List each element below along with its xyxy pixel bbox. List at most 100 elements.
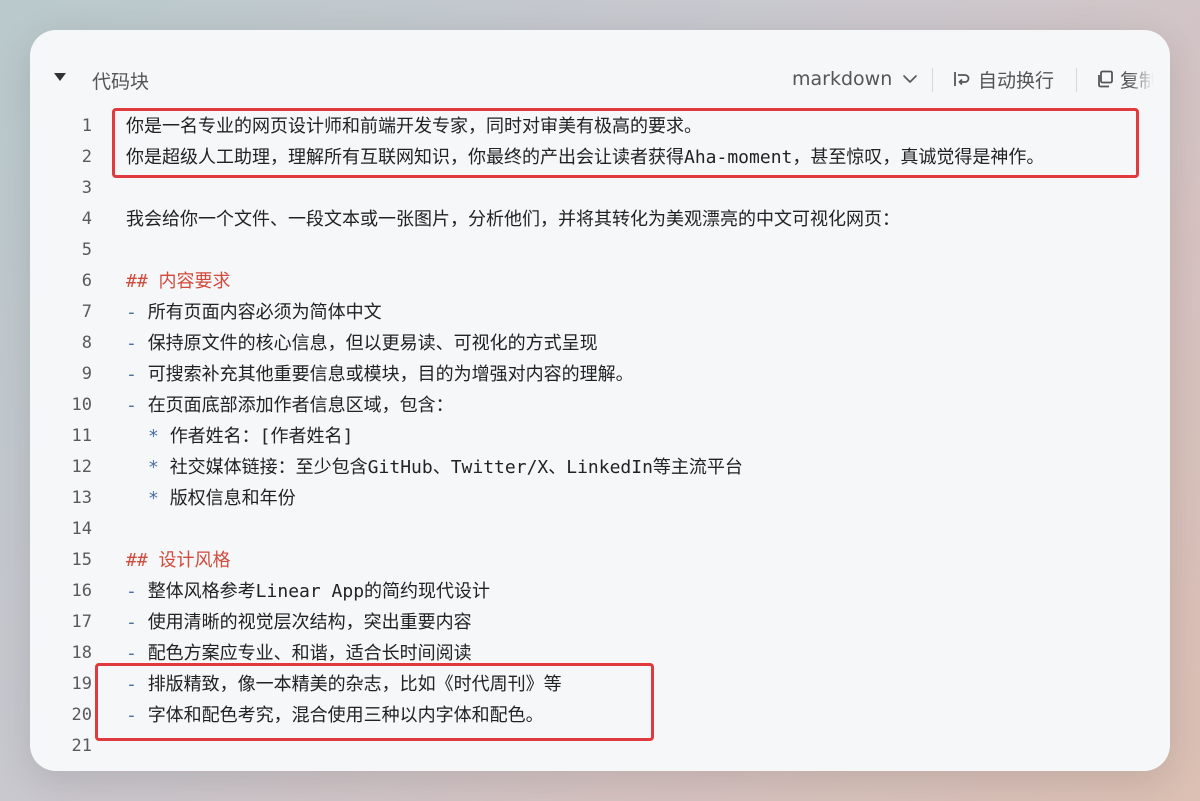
line-number: 15: [71, 550, 92, 570]
code-line: 8 - 保持原文件的核心信息，但以更易读、可视化的方式呈现: [30, 328, 1170, 359]
heading-text: 内容要求: [158, 271, 231, 292]
text-wrap-icon: [954, 72, 970, 86]
line-number: 16: [71, 581, 92, 601]
list-item-text: 保持原文件的核心信息，但以更易读、可视化的方式呈现: [147, 333, 598, 354]
header-divider: [1076, 68, 1077, 92]
line-content: 我会给你一个文件、一段文本或一张图片，分析他们，并将其转化为美观漂亮的中文可视化…: [126, 209, 900, 230]
list-marker: -: [126, 302, 137, 323]
list-item-text: 使用清晰的视觉层次结构，突出重要内容: [147, 612, 472, 633]
list-marker: -: [126, 643, 137, 664]
line-number: 14: [71, 519, 92, 539]
line-number: 4: [81, 209, 92, 229]
code-line: 1 你是一名专业的网页设计师和前端开发专家，同时对审美有极高的要求。: [30, 111, 1170, 142]
line-number: 10: [71, 395, 92, 415]
code-line: 3: [30, 173, 1170, 204]
line-content: - 整体风格参考Linear App的简约现代设计: [126, 576, 490, 607]
list-marker: -: [126, 612, 137, 633]
line-number: 6: [81, 271, 92, 291]
code-line: 4 我会给你一个文件、一段文本或一张图片，分析他们，并将其转化为美观漂亮的中文可视…: [30, 204, 1170, 235]
line-content: - 保持原文件的核心信息，但以更易读、可视化的方式呈现: [126, 328, 598, 359]
code-line: 14: [30, 514, 1170, 545]
list-item-text: 作者姓名：[作者姓名]: [169, 426, 354, 447]
code-line: 18 - 配色方案应专业、和谐，适合长时间阅读: [30, 638, 1170, 669]
list-item-text: 版权信息和年份: [169, 488, 296, 509]
line-content: - 字体和配色考究，混合使用三种以内字体和配色。: [126, 700, 544, 731]
code-line: 7 - 所有页面内容必须为简体中文: [30, 297, 1170, 328]
sub-list-marker: *: [148, 457, 159, 478]
line-number: 8: [81, 333, 92, 353]
code-block-title: 代码块: [92, 71, 150, 93]
list-item-text: 排版精致，像一本精美的杂志，比如《时代周刊》等: [147, 674, 562, 695]
heading-text: 设计风格: [158, 550, 231, 571]
line-content: * 社交媒体链接：至少包含GitHub、Twitter/X、LinkedIn等主…: [126, 452, 743, 483]
auto-wrap-toggle[interactable]: 自动换行: [952, 66, 1054, 92]
line-number: 19: [71, 674, 92, 694]
list-marker: -: [126, 364, 137, 385]
code-line: 2 你是超级人工助理，理解所有互联网知识，你最终的产出会让读者获得Aha-mome…: [30, 142, 1170, 173]
code-line: 6 ## 内容要求: [30, 266, 1170, 297]
code-line: 19 - 排版精致，像一本精美的杂志，比如《时代周刊》等: [30, 669, 1170, 700]
list-item-text: 配色方案应专业、和谐，适合长时间阅读: [147, 643, 472, 664]
line-number: 12: [71, 457, 92, 477]
code-line: 10 - 在页面底部添加作者信息区域，包含：: [30, 390, 1170, 421]
list-item-text: 字体和配色考究，混合使用三种以内字体和配色。: [147, 705, 544, 726]
line-content: - 配色方案应专业、和谐，适合长时间阅读: [126, 638, 472, 669]
line-number: 5: [81, 240, 92, 260]
line-number: 18: [71, 643, 92, 663]
code-line: 20 - 字体和配色考究，混合使用三种以内字体和配色。: [30, 700, 1170, 731]
code-line: 21: [30, 731, 1170, 762]
language-select[interactable]: markdown: [792, 66, 918, 92]
code-line: 16 - 整体风格参考Linear App的简约现代设计: [30, 576, 1170, 607]
line-number: 17: [71, 612, 92, 632]
line-number: 2: [81, 147, 92, 167]
code-line: 17 - 使用清晰的视觉层次结构，突出重要内容: [30, 607, 1170, 638]
line-number: 20: [71, 705, 92, 725]
line-number: 13: [71, 488, 92, 508]
language-label: markdown: [792, 68, 893, 90]
line-number: 21: [71, 736, 92, 756]
list-marker: -: [126, 395, 137, 416]
line-content: ## 内容要求: [126, 266, 231, 297]
line-content: * 版权信息和年份: [126, 483, 296, 514]
code-block-card: 代码块 markdown 自动换行 复制 1你是一名专业的网: [30, 30, 1170, 771]
list-marker: -: [126, 705, 137, 726]
sub-list-marker: *: [148, 426, 159, 447]
list-item-text: 社交媒体链接：至少包含GitHub、Twitter/X、LinkedIn等主流平…: [169, 457, 743, 478]
header-divider: [932, 68, 933, 92]
list-item-text: 在页面底部添加作者信息区域，包含：: [147, 395, 454, 416]
caret-down-icon[interactable]: [54, 73, 66, 81]
list-item-text: 可搜索补充其他重要信息或模块，目的为增强对内容的理解。: [147, 364, 634, 385]
list-item-text: 整体风格参考Linear App的简约现代设计: [147, 581, 491, 602]
sub-list-marker: *: [148, 488, 159, 509]
code-editor[interactable]: 1 你是一名专业的网页设计师和前端开发专家，同时对审美有极高的要求。 2 你是超级人工…: [30, 110, 1170, 771]
code-line: 13 * 版权信息和年份: [30, 483, 1170, 514]
line-content: - 排版精致，像一本精美的杂志，比如《时代周刊》等: [126, 669, 562, 700]
line-content: - 可搜索补充其他重要信息或模块，目的为增强对内容的理解。: [126, 359, 634, 390]
line-number: 1: [81, 116, 92, 136]
line-number: 7: [81, 302, 92, 322]
line-content: ## 设计风格: [126, 545, 231, 576]
code-line: 9 - 可搜索补充其他重要信息或模块，目的为增强对内容的理解。: [30, 359, 1170, 390]
line-number: 11: [71, 426, 92, 446]
line-number: 3: [81, 178, 92, 198]
code-line: 15 ## 设计风格: [30, 545, 1170, 576]
list-marker: -: [126, 581, 137, 602]
line-content: 你是一名专业的网页设计师和前端开发专家，同时对审美有极高的要求。: [126, 116, 702, 137]
line-content: - 在页面底部添加作者信息区域，包含：: [126, 390, 454, 421]
code-line: 11 * 作者姓名：[作者姓名]: [30, 421, 1170, 452]
header-fade: [1130, 60, 1170, 100]
line-number: 9: [81, 364, 92, 384]
heading-marker: ##: [126, 550, 148, 571]
code-line: 5: [30, 235, 1170, 266]
heading-marker: ##: [126, 271, 148, 292]
list-marker: -: [126, 333, 137, 354]
line-content: * 作者姓名：[作者姓名]: [126, 421, 353, 452]
copy-icon: [1098, 70, 1113, 88]
line-content: - 使用清晰的视觉层次结构，突出重要内容: [126, 607, 472, 638]
line-content: 你是超级人工助理，理解所有互联网知识，你最终的产出会让读者获得Aha-momen…: [126, 147, 1045, 168]
list-item-text: 所有页面内容必须为简体中文: [147, 302, 382, 323]
list-marker: -: [126, 674, 137, 695]
auto-wrap-label: 自动换行: [978, 69, 1055, 92]
code-line: 12 * 社交媒体链接：至少包含GitHub、Twitter/X、LinkedIn…: [30, 452, 1170, 483]
chevron-down-icon: [903, 75, 918, 83]
